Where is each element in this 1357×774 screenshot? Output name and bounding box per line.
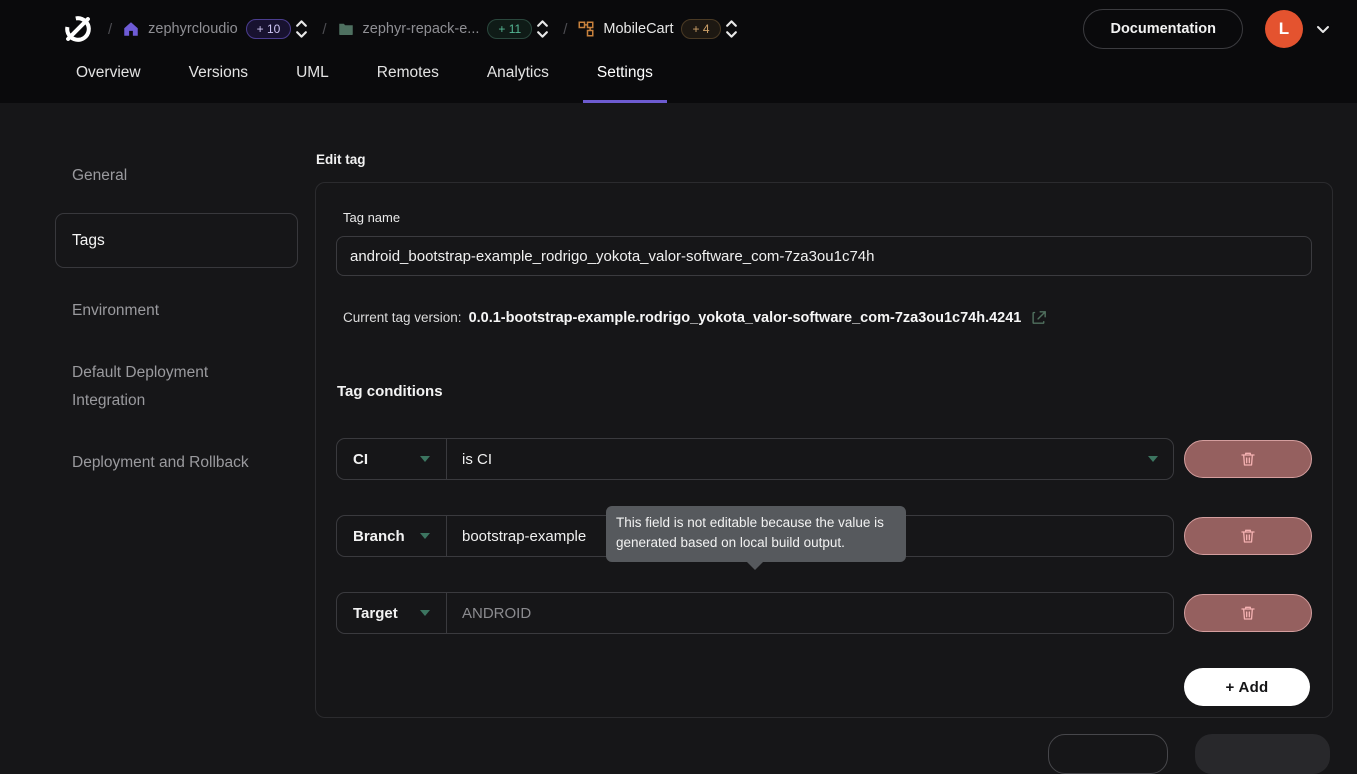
condition-type-label: Target <box>353 605 398 622</box>
tab-remotes[interactable]: Remotes <box>363 58 453 103</box>
condition-type-select[interactable]: CI <box>337 439 447 479</box>
delete-condition-button[interactable] <box>1184 517 1312 555</box>
zephyr-logo-icon[interactable] <box>58 9 98 49</box>
breadcrumb-separator: / <box>108 21 112 38</box>
trash-icon <box>1240 605 1256 621</box>
modules-icon <box>577 20 595 38</box>
sidebar-item-tags[interactable]: Tags <box>55 213 298 268</box>
trash-icon <box>1240 451 1256 467</box>
tab-overview[interactable]: Overview <box>62 58 155 103</box>
condition-type-select[interactable]: Target <box>337 593 447 633</box>
sidebar-item-environment[interactable]: Environment <box>55 286 298 335</box>
tab-versions[interactable]: Versions <box>175 58 262 103</box>
breadcrumb-separator: / <box>563 21 567 38</box>
main-content: Edit tag Tag name Current tag version: 0… <box>314 103 1357 718</box>
chevron-down-icon <box>1148 456 1158 462</box>
condition-value-label: is CI <box>462 451 492 468</box>
app-switcher-chevrons-icon[interactable] <box>725 18 738 40</box>
edit-tag-panel: Tag name Current tag version: 0.0.1-boot… <box>315 182 1333 718</box>
breadcrumb-app-label: MobileCart <box>603 21 673 37</box>
add-condition-button[interactable]: + Add <box>1184 668 1310 706</box>
sidebar-item-deployment-and-rollback[interactable]: Deployment and Rollback <box>55 438 298 487</box>
sidebar-item-default-deployment-integration[interactable]: Default Deployment Integration <box>55 348 275 424</box>
condition-type-label: CI <box>353 451 368 468</box>
condition-value-label: bootstrap-example <box>462 528 586 545</box>
condition-combo: Target ANDROID <box>336 592 1174 634</box>
bottom-left-button-partial[interactable] <box>1048 734 1168 774</box>
app-count-badge: + 4 <box>681 19 720 39</box>
condition-type-select[interactable]: Branch <box>337 516 447 556</box>
chevron-down-icon <box>420 456 430 462</box>
tab-settings[interactable]: Settings <box>583 58 667 103</box>
tab-analytics[interactable]: Analytics <box>473 58 563 103</box>
top-bar: / zephyrcloudio + 10 / zephyr-repack-e..… <box>0 0 1357 58</box>
folder-icon <box>337 20 355 38</box>
breadcrumb-org-label: zephyrcloudio <box>148 21 237 37</box>
org-switcher-chevrons-icon[interactable] <box>295 18 308 40</box>
tag-name-input[interactable] <box>336 236 1312 276</box>
sidebar-item-general[interactable]: General <box>55 151 298 200</box>
settings-sidebar: General Tags Environment Default Deploym… <box>0 103 314 718</box>
delete-condition-button[interactable] <box>1184 594 1312 632</box>
external-link-icon[interactable] <box>1031 309 1048 326</box>
content-layout: General Tags Environment Default Deploym… <box>0 103 1357 718</box>
condition-combo: CI is CI <box>336 438 1174 480</box>
condition-value-label: ANDROID <box>462 605 531 622</box>
home-icon <box>122 20 140 38</box>
page-title: Edit tag <box>315 152 1333 167</box>
chevron-down-icon <box>420 610 430 616</box>
user-avatar[interactable]: L <box>1265 10 1303 48</box>
breadcrumb-separator: / <box>322 21 326 38</box>
project-switcher-chevrons-icon[interactable] <box>536 18 549 40</box>
tab-uml[interactable]: UML <box>282 58 343 103</box>
project-count-badge: + 11 <box>487 19 532 39</box>
tag-name-label: Tag name <box>343 210 1312 225</box>
bottom-right-button-partial[interactable] <box>1195 734 1330 774</box>
current-version-line: Current tag version: 0.0.1-bootstrap-exa… <box>343 309 1312 326</box>
condition-value-field-disabled: ANDROID <box>447 593 1173 633</box>
breadcrumb-project-label: zephyr-repack-e... <box>363 21 480 37</box>
top-header: / zephyrcloudio + 10 / zephyr-repack-e..… <box>0 0 1357 103</box>
user-menu-chevron-down-icon[interactable] <box>1315 21 1331 37</box>
condition-type-label: Branch <box>353 528 405 545</box>
current-version-value: 0.0.1-bootstrap-example.rodrigo_yokota_v… <box>469 310 1022 326</box>
documentation-button[interactable]: Documentation <box>1083 9 1243 49</box>
chevron-down-icon <box>420 533 430 539</box>
add-row: + Add <box>336 668 1312 706</box>
trash-icon <box>1240 528 1256 544</box>
condition-value-dropdown[interactable]: is CI <box>447 439 1173 479</box>
tag-conditions-title: Tag conditions <box>337 383 1312 400</box>
field-not-editable-tooltip: This field is not editable because the v… <box>606 506 906 562</box>
current-version-label: Current tag version: <box>343 310 462 325</box>
condition-row-ci: CI is CI <box>336 438 1312 480</box>
condition-row-target: Target ANDROID <box>336 592 1312 634</box>
primary-tabs: Overview Versions UML Remotes Analytics … <box>0 58 1357 103</box>
breadcrumb-organization[interactable]: zephyrcloudio + 10 <box>122 19 291 39</box>
delete-condition-button[interactable] <box>1184 440 1312 478</box>
breadcrumb-project[interactable]: zephyr-repack-e... + 11 <box>337 19 533 39</box>
org-count-badge: + 10 <box>246 19 292 39</box>
breadcrumb-application[interactable]: MobileCart + 4 <box>577 19 720 39</box>
